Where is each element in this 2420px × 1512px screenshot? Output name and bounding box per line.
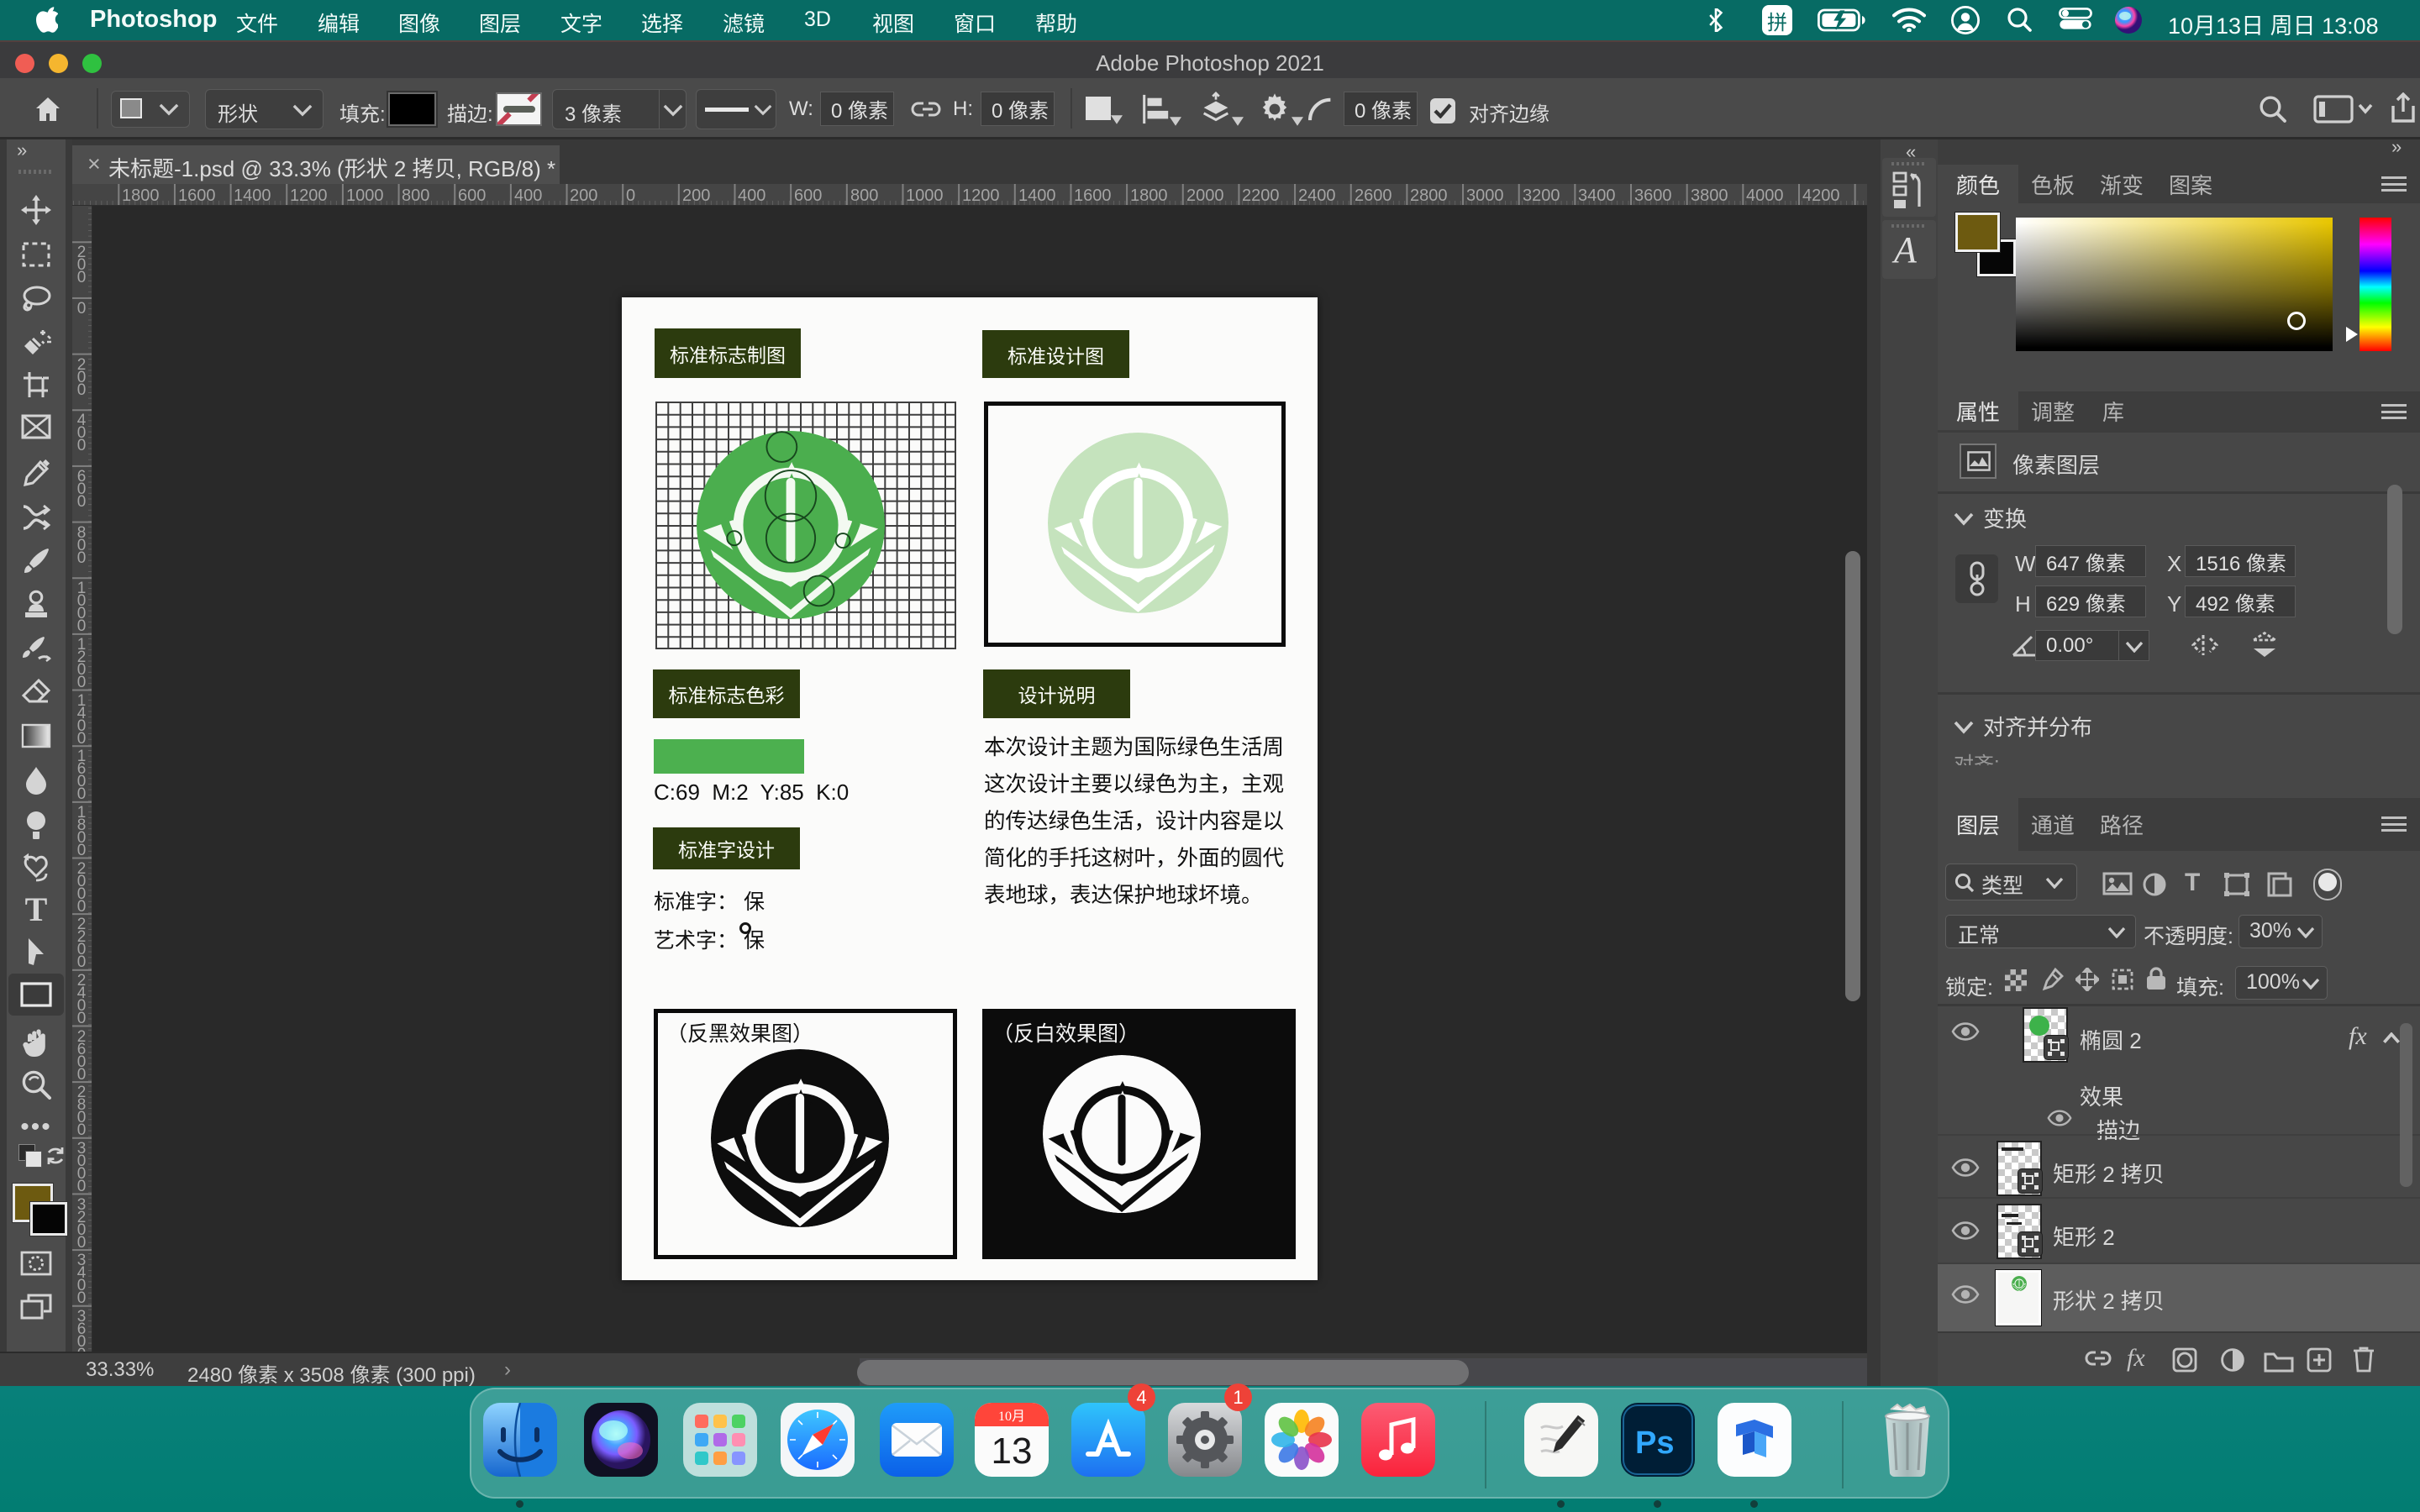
svg-text:13: 13: [992, 1431, 1033, 1472]
svg-text:10月: 10月: [998, 1404, 1025, 1425]
svg-text:Ps: Ps: [1635, 1425, 1674, 1461]
